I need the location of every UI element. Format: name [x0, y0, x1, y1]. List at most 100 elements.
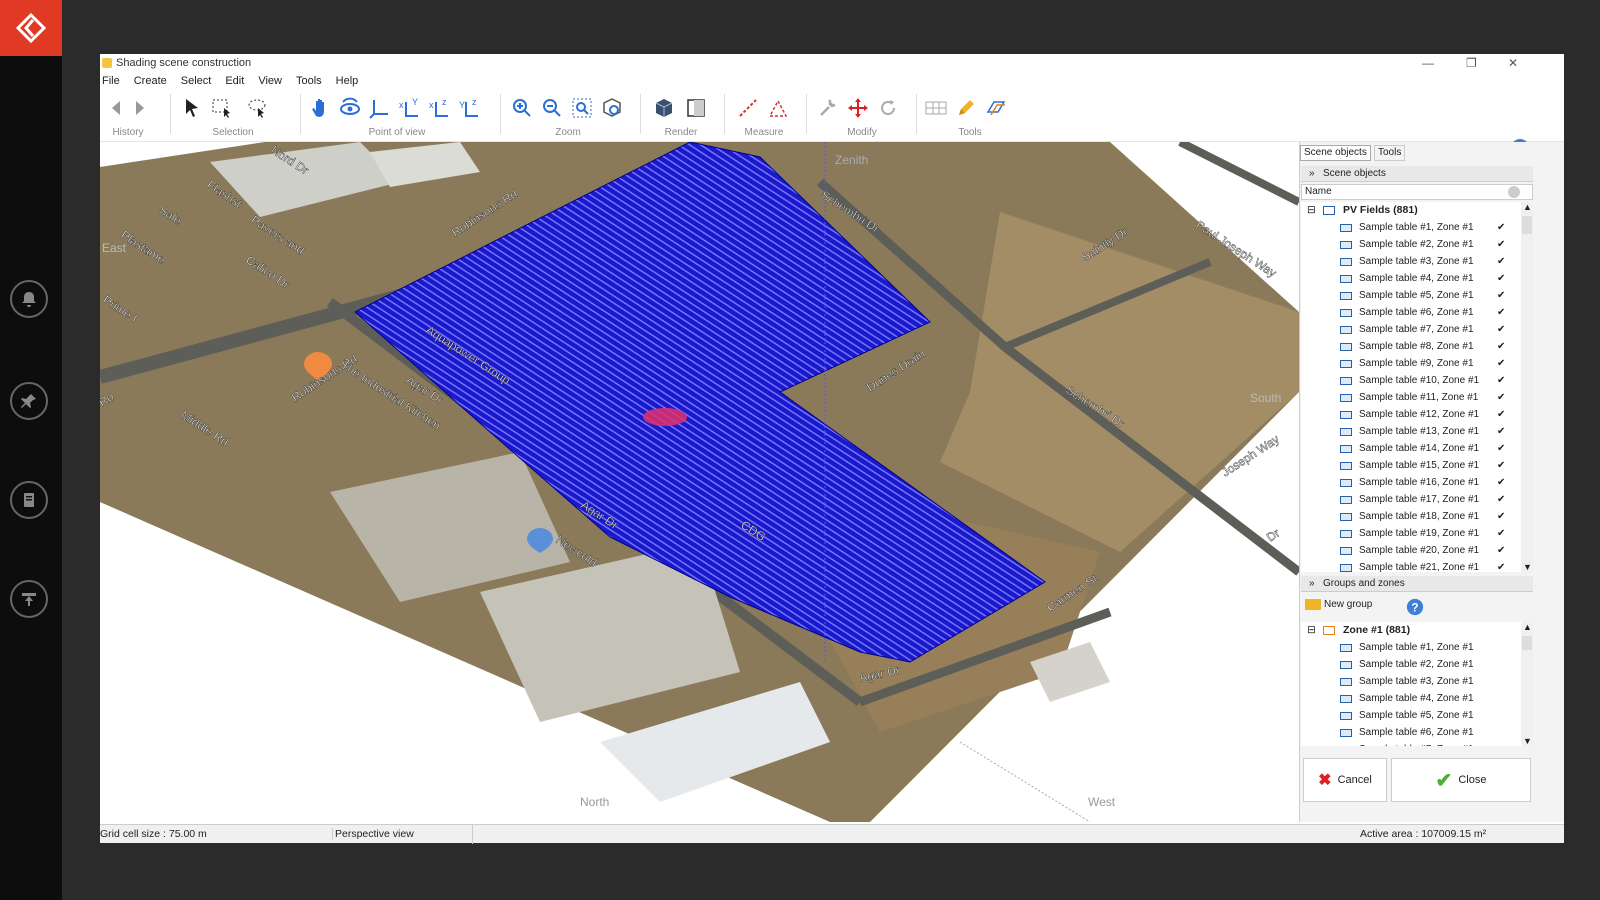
- list-item[interactable]: Sample table #6, Zone #1: [1301, 724, 1521, 741]
- measure-angle-icon[interactable]: [766, 96, 790, 120]
- list-item[interactable]: Sample table #2, Zone #1: [1301, 656, 1521, 673]
- rotate-icon[interactable]: [876, 96, 900, 120]
- scene-objects-tree[interactable]: ⊟ PV Fields (881) Sample table #1, Zone …: [1301, 202, 1521, 572]
- notes-button[interactable]: [10, 481, 48, 519]
- visible-check-icon[interactable]: ✔: [1497, 287, 1505, 304]
- menu-select[interactable]: Select: [181, 75, 212, 87]
- visible-check-icon[interactable]: ✔: [1497, 304, 1505, 321]
- tab-tools[interactable]: Tools: [1374, 145, 1406, 161]
- scroll-thumb[interactable]: [1522, 216, 1532, 234]
- minimize-icon[interactable]: —: [1422, 56, 1434, 70]
- xz-view-icon[interactable]: xz: [428, 96, 452, 120]
- list-item[interactable]: Sample table #10, Zone #1 ✔: [1301, 372, 1521, 389]
- visible-check-icon[interactable]: ✔: [1497, 440, 1505, 457]
- list-item[interactable]: Sample table #19, Zone #1 ✔: [1301, 525, 1521, 542]
- visible-check-icon[interactable]: ✔: [1497, 389, 1505, 406]
- axes-view-icon[interactable]: [368, 96, 392, 120]
- visible-check-icon[interactable]: ✔: [1497, 508, 1505, 525]
- list-item[interactable]: Sample table #15, Zone #1 ✔: [1301, 457, 1521, 474]
- list-item[interactable]: Sample table #9, Zone #1 ✔: [1301, 355, 1521, 372]
- lasso-select-icon[interactable]: [246, 96, 270, 120]
- visible-check-icon[interactable]: ✔: [1497, 491, 1505, 508]
- list-item[interactable]: Sample table #2, Zone #1 ✔: [1301, 236, 1521, 253]
- visible-check-icon[interactable]: ✔: [1497, 474, 1505, 491]
- pin-button[interactable]: [10, 382, 48, 420]
- list-item[interactable]: Sample table #4, Zone #1 ✔: [1301, 270, 1521, 287]
- solid-render-icon[interactable]: [652, 96, 676, 120]
- list-item[interactable]: Sample table #3, Zone #1: [1301, 673, 1521, 690]
- yz-view-icon[interactable]: Yz: [458, 96, 482, 120]
- visible-check-icon[interactable]: ✔: [1497, 236, 1505, 253]
- visible-check-icon[interactable]: ✔: [1497, 423, 1505, 440]
- list-item[interactable]: Sample table #1, Zone #1: [1301, 639, 1521, 656]
- pointer-icon[interactable]: [180, 96, 204, 120]
- scroll-up-icon[interactable]: ▲: [1523, 622, 1532, 632]
- close-button[interactable]: ✔ Close: [1391, 758, 1531, 802]
- scene-objects-header[interactable]: » Scene objects: [1301, 166, 1533, 182]
- scroll-up-icon[interactable]: ▲: [1523, 202, 1532, 212]
- notifications-button[interactable]: [10, 280, 48, 318]
- scroll-down-icon[interactable]: ▼: [1523, 562, 1532, 572]
- redo-arrow-icon[interactable]: [128, 96, 152, 120]
- list-item[interactable]: Sample table #7, Zone #1 ✔: [1301, 321, 1521, 338]
- list-item[interactable]: Sample table #11, Zone #1 ✔: [1301, 389, 1521, 406]
- menu-create[interactable]: Create: [134, 75, 167, 87]
- list-item[interactable]: Sample table #14, Zone #1 ✔: [1301, 440, 1521, 457]
- list-item[interactable]: Sample table #17, Zone #1 ✔: [1301, 491, 1521, 508]
- list-item[interactable]: Sample table #13, Zone #1 ✔: [1301, 423, 1521, 440]
- xy-view-icon[interactable]: xY: [398, 96, 422, 120]
- visible-check-icon[interactable]: ✔: [1497, 338, 1505, 355]
- scene-scrollbar[interactable]: ▲ ▼: [1521, 202, 1533, 572]
- close-window-icon[interactable]: ✕: [1508, 56, 1518, 70]
- orbit-eye-icon[interactable]: [338, 96, 362, 120]
- menu-file[interactable]: File: [102, 75, 120, 87]
- list-item[interactable]: Sample table #20, Zone #1 ✔: [1301, 542, 1521, 559]
- visible-check-icon[interactable]: ✔: [1497, 253, 1505, 270]
- list-item[interactable]: Sample table #4, Zone #1: [1301, 690, 1521, 707]
- visible-check-icon[interactable]: ✔: [1497, 355, 1505, 372]
- visible-check-icon[interactable]: ✔: [1497, 270, 1505, 287]
- menu-help[interactable]: Help: [336, 75, 359, 87]
- app-logo[interactable]: [0, 0, 62, 56]
- groups-zones-header[interactable]: » Groups and zones: [1301, 576, 1533, 592]
- zone-node[interactable]: ⊟ Zone #1 (881): [1301, 622, 1521, 639]
- visibility-icon[interactable]: [1508, 186, 1520, 198]
- list-item[interactable]: Sample table #3, Zone #1 ✔: [1301, 253, 1521, 270]
- pan-hand-icon[interactable]: [308, 96, 332, 120]
- groups-tree[interactable]: ⊟ Zone #1 (881) Sample table #1, Zone #1…: [1301, 622, 1521, 746]
- selected-table[interactable]: [643, 408, 687, 426]
- zoom-window-icon[interactable]: [570, 96, 594, 120]
- visible-check-icon[interactable]: ✔: [1497, 321, 1505, 338]
- list-item[interactable]: Sample table #1, Zone #1 ✔: [1301, 219, 1521, 236]
- wrench-icon[interactable]: [816, 96, 840, 120]
- visible-check-icon[interactable]: ✔: [1497, 559, 1505, 572]
- zoom-in-icon[interactable]: [510, 96, 534, 120]
- help-icon[interactable]: ?: [1406, 598, 1424, 616]
- menu-edit[interactable]: Edit: [225, 75, 244, 87]
- list-item[interactable]: Sample table #12, Zone #1 ✔: [1301, 406, 1521, 423]
- menu-view[interactable]: View: [258, 75, 282, 87]
- measure-distance-icon[interactable]: [736, 96, 760, 120]
- list-item[interactable]: Sample table #6, Zone #1 ✔: [1301, 304, 1521, 321]
- rect-select-icon[interactable]: [210, 96, 234, 120]
- move-arrows-icon[interactable]: [846, 96, 870, 120]
- scroll-down-icon[interactable]: ▼: [1523, 736, 1532, 746]
- pv-fields-node[interactable]: ⊟ PV Fields (881): [1301, 202, 1521, 219]
- visible-check-icon[interactable]: ✔: [1497, 406, 1505, 423]
- scene-viewport[interactable]: Zenith East South North West Nord Dr Rob…: [100, 142, 1299, 822]
- list-item[interactable]: Sample table #5, Zone #1 ✔: [1301, 287, 1521, 304]
- undo-arrow-icon[interactable]: [104, 96, 128, 120]
- visible-check-icon[interactable]: ✔: [1497, 525, 1505, 542]
- list-item[interactable]: Sample table #18, Zone #1 ✔: [1301, 508, 1521, 525]
- new-group-button[interactable]: New group: [1305, 599, 1372, 610]
- cancel-button[interactable]: ✖ Cancel: [1303, 758, 1387, 802]
- zoom-extents-icon[interactable]: [600, 96, 624, 120]
- pv-field-icon[interactable]: [984, 96, 1008, 120]
- zoom-out-icon[interactable]: [540, 96, 564, 120]
- list-item[interactable]: Sample table #21, Zone #1 ✔: [1301, 559, 1521, 572]
- visible-check-icon[interactable]: ✔: [1497, 542, 1505, 559]
- menu-tools[interactable]: Tools: [296, 75, 322, 87]
- scroll-thumb[interactable]: [1522, 636, 1532, 650]
- list-item[interactable]: Sample table #5, Zone #1: [1301, 707, 1521, 724]
- scene-canvas[interactable]: Zenith East South North West Nord Dr Rob…: [100, 142, 1299, 822]
